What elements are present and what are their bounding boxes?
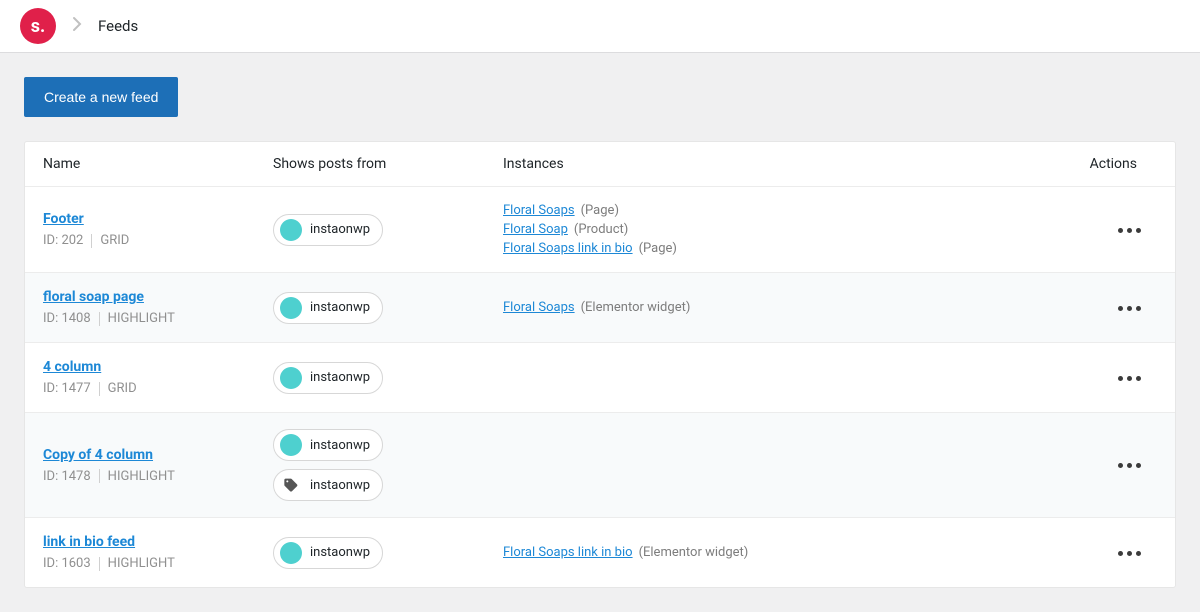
source-chip[interactable]: instaonwp — [273, 362, 383, 394]
source-chip[interactable]: instaonwp — [273, 429, 383, 461]
feed-type: HIGHLIGHT — [108, 469, 175, 484]
more-actions-button[interactable] — [1112, 545, 1147, 562]
table-row: 4 column ID: 1477 GRID instaonwp — [25, 343, 1175, 413]
feed-meta: ID: 1477 GRID — [43, 381, 273, 396]
separator — [91, 234, 92, 248]
instance-item: Floral Soaps (Elementor widget) — [503, 300, 1037, 315]
name-cell: 4 column ID: 1477 GRID — [43, 359, 273, 396]
table-row: link in bio feedID: 1603HIGHLIGHT instaon… — [25, 518, 1175, 587]
avatar-icon — [280, 434, 302, 456]
sources-cell: instaonwp — [273, 214, 503, 246]
tag-icon — [280, 474, 302, 496]
more-actions-button[interactable] — [1112, 457, 1147, 474]
source-chip[interactable]: instaonwp — [273, 292, 383, 324]
feed-id: ID: 1477 — [43, 381, 91, 396]
name-cell: floral soap page ID: 1408 HIGHLIGHT — [43, 289, 273, 326]
avatar-icon — [280, 297, 302, 319]
feed-id: ID: 1408 — [43, 311, 91, 326]
table-row: floral soap page ID: 1408 HIGHLIGHT instaon… — [25, 273, 1175, 343]
instance-item: Floral Soaps link in bio (Page) — [503, 241, 1037, 256]
name-cell: Footer ID: 202 GRID — [43, 211, 273, 248]
instance-type: (Page) — [581, 203, 619, 218]
feed-meta: ID: 202 GRID — [43, 233, 273, 248]
separator — [99, 382, 100, 396]
source-label: instaonwp — [310, 438, 370, 453]
actions-cell — [1037, 221, 1157, 239]
page-title: Feeds — [98, 17, 138, 35]
feed-name-link[interactable]: Copy of 4 column — [43, 447, 153, 463]
avatar-icon — [280, 219, 302, 241]
actions-cell — [1037, 299, 1157, 317]
instance-link[interactable]: Floral Soaps link in bio — [503, 241, 633, 256]
feed-type: GRID — [100, 233, 129, 248]
sources-cell: instaonwp instaonwp — [273, 429, 503, 501]
instance-item: Floral Soaps link in bio (Elementor widge… — [503, 545, 1037, 560]
name-cell: Copy of 4 column ID: 1478 HIGHLIGHT — [43, 447, 273, 484]
feed-name-link[interactable]: 4 column — [43, 359, 101, 375]
feed-id: ID: 202 — [43, 233, 83, 248]
source-label: instaonwp — [310, 478, 370, 493]
feed-name-link[interactable]: floral soap page — [43, 289, 144, 305]
actions-cell — [1037, 369, 1157, 387]
feed-meta: ID: 1408 HIGHLIGHT — [43, 311, 273, 326]
feed-name-link[interactable]: link in bio feed — [43, 534, 135, 550]
col-actions: Actions — [1037, 156, 1157, 172]
table-row: Footer ID: 202 GRID instaonwp Floral Soaps (P… — [25, 187, 1175, 273]
sources-cell: instaonwp — [273, 292, 503, 324]
separator — [99, 469, 100, 483]
source-chip[interactable]: instaonwp — [273, 214, 383, 246]
instance-type: (Elementor widget) — [639, 545, 749, 560]
feed-type: GRID — [108, 381, 137, 396]
instances-cell: Floral Soaps (Elementor widget) — [503, 300, 1037, 315]
source-label: instaonwp — [310, 300, 370, 315]
avatar-icon — [280, 367, 302, 389]
source-label: instaonwp — [310, 370, 370, 385]
instance-type: (Elementor widget) — [581, 300, 691, 315]
feed-id: ID: 1478 — [43, 469, 91, 484]
feed-name-link[interactable]: Footer — [43, 211, 84, 227]
instance-link[interactable]: Floral Soaps — [503, 203, 575, 218]
instance-item: Floral Soap (Product) — [503, 222, 1037, 237]
instance-link[interactable]: Floral Soaps link in bio — [503, 545, 633, 560]
instance-type: (Page) — [639, 241, 677, 256]
more-actions-button[interactable] — [1112, 222, 1147, 239]
more-actions-button[interactable] — [1112, 370, 1147, 387]
table-header-row: Name Shows posts from Instances Actions — [25, 142, 1175, 187]
name-cell: link in bio feedID: 1603HIGHLIGHT — [43, 534, 273, 571]
source-label: instaonwp — [310, 222, 370, 237]
breadcrumb: s. Feeds — [0, 0, 1200, 53]
feeds-table: Name Shows posts from Instances Actions … — [24, 141, 1176, 588]
source-chip[interactable]: instaonwp — [273, 469, 383, 501]
col-instances: Instances — [503, 156, 1037, 172]
instance-link[interactable]: Floral Soap — [503, 222, 568, 237]
avatar-icon — [280, 542, 302, 564]
col-shows: Shows posts from — [273, 156, 503, 172]
feed-meta: ID: 1478 HIGHLIGHT — [43, 469, 273, 484]
sources-cell: instaonwp — [273, 362, 503, 394]
more-actions-button[interactable] — [1112, 300, 1147, 317]
actions-cell — [1037, 544, 1157, 562]
actions-cell — [1037, 456, 1157, 474]
instances-cell: Floral Soaps(Page)Floral Soap(Product)Fl… — [503, 203, 1037, 256]
app-logo[interactable]: s. — [20, 8, 56, 44]
separator — [99, 312, 100, 326]
create-feed-button[interactable]: Create a new feed — [24, 77, 178, 117]
instance-type: (Product) — [574, 222, 628, 237]
table-row: Copy of 4 column ID: 1478 HIGHLIGHT instaon… — [25, 413, 1175, 518]
chevron-right-icon — [72, 16, 82, 37]
instance-link[interactable]: Floral Soaps — [503, 300, 575, 315]
col-name: Name — [43, 156, 273, 172]
instance-item: Floral Soaps (Page) — [503, 203, 1037, 218]
feed-type: HIGHLIGHT — [108, 311, 175, 326]
source-label: instaonwp — [310, 545, 370, 560]
instances-cell: Floral Soaps link in bio (Elementor widge… — [503, 545, 1037, 560]
